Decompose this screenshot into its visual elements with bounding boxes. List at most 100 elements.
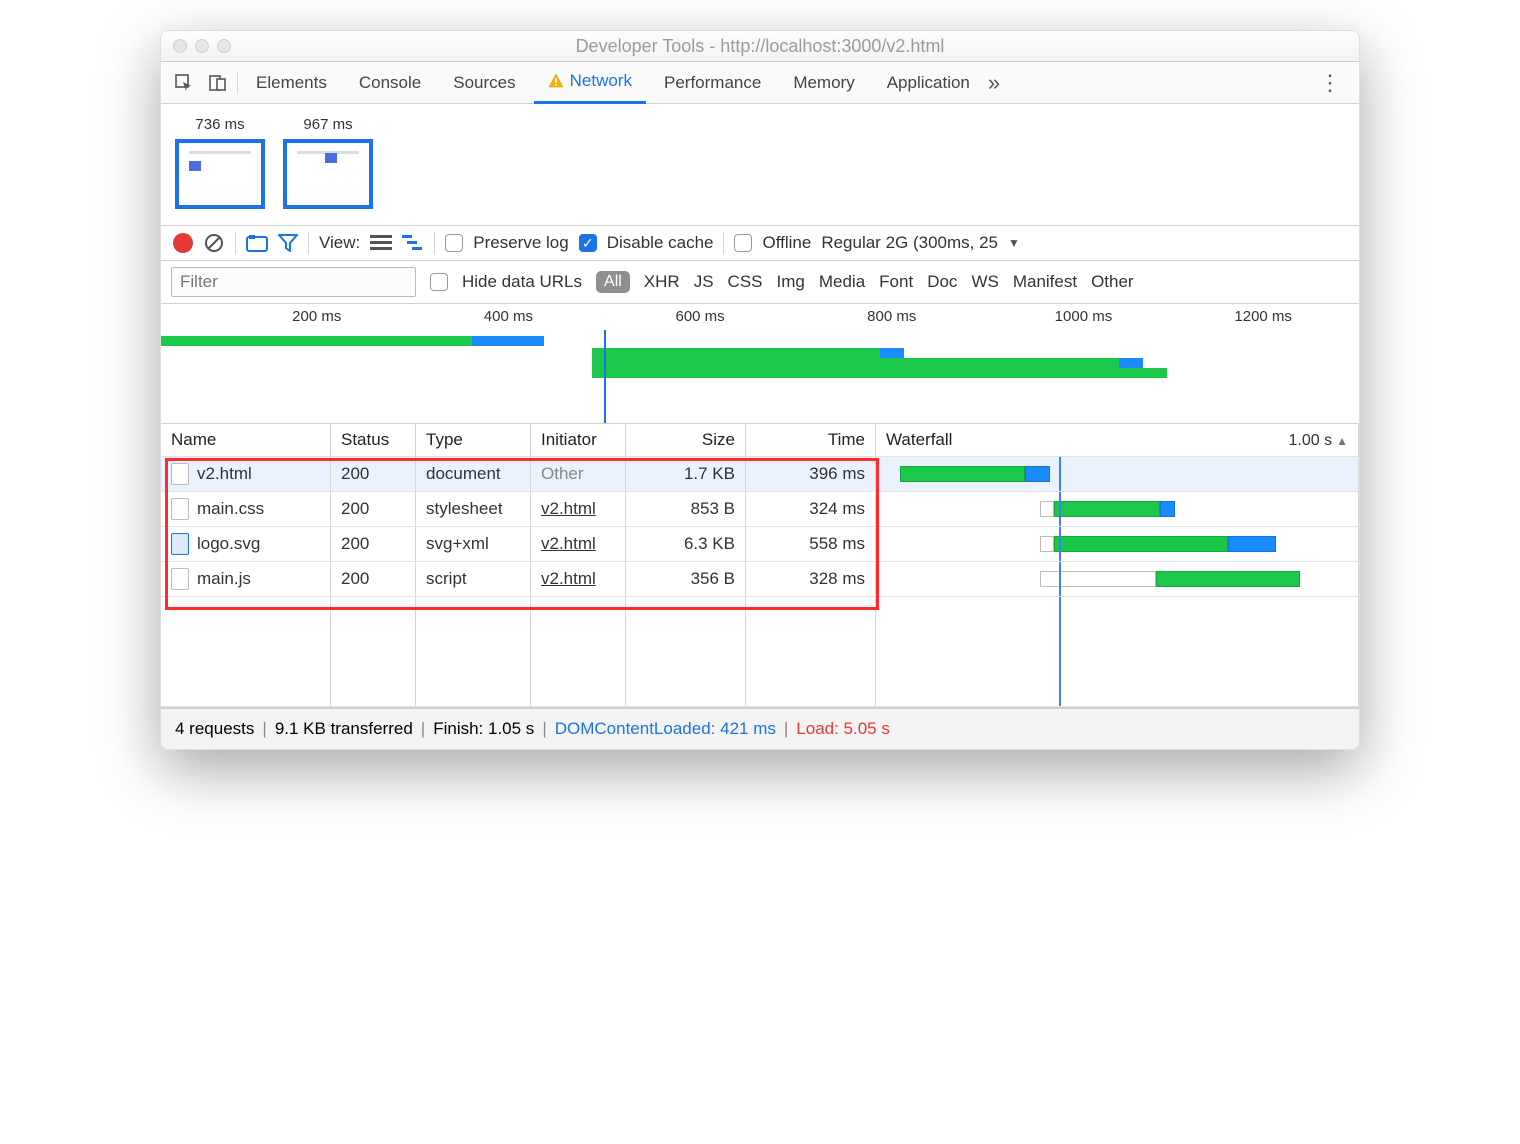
cell-size: 356 B	[626, 562, 746, 597]
cell-type: svg+xml	[416, 527, 531, 562]
file-icon	[171, 533, 189, 555]
cell-time: 396 ms	[746, 457, 876, 492]
status-finish: Finish: 1.05 s	[433, 719, 534, 739]
filmstrip-frame[interactable]: 967 ms	[283, 116, 373, 209]
filter-icon[interactable]	[278, 234, 298, 252]
cell-size: 853 B	[626, 492, 746, 527]
filmstrip-thumb	[175, 139, 265, 209]
cell-size: 6.3 KB	[626, 527, 746, 562]
status-transferred: 9.1 KB transferred	[275, 719, 413, 739]
tab-sources[interactable]: Sources	[439, 62, 529, 104]
filter-category-media[interactable]: Media	[819, 272, 865, 292]
preserve-log-checkbox[interactable]	[445, 234, 463, 252]
col-status[interactable]: Status	[331, 424, 416, 457]
tab-application[interactable]: Application	[873, 62, 984, 104]
cell-type: document	[416, 457, 531, 492]
table-row[interactable]: v2.html	[161, 457, 331, 492]
divider	[723, 232, 724, 254]
network-toolbar: View: Preserve log ✓ Disable cache Offli…	[161, 226, 1359, 261]
sort-ascending-icon: ▲	[1336, 434, 1348, 448]
table-row[interactable]: main.js	[161, 562, 331, 597]
record-button[interactable]	[173, 233, 193, 253]
filmstrip-frame-time: 967 ms	[283, 116, 373, 133]
filter-category-manifest[interactable]: Manifest	[1013, 272, 1077, 292]
warning-icon	[548, 73, 564, 89]
filter-category-all[interactable]: All	[596, 271, 630, 293]
cell-status: 200	[331, 562, 416, 597]
view-label: View:	[319, 233, 360, 253]
col-type[interactable]: Type	[416, 424, 531, 457]
cell-initiator[interactable]: v2.html	[531, 492, 626, 527]
inspect-element-icon[interactable]	[169, 68, 199, 98]
tab-memory[interactable]: Memory	[779, 62, 868, 104]
tab-performance[interactable]: Performance	[650, 62, 775, 104]
col-time[interactable]: Time	[746, 424, 876, 457]
col-size[interactable]: Size	[626, 424, 746, 457]
capture-screenshots-icon[interactable]	[246, 234, 268, 252]
offline-checkbox[interactable]	[734, 234, 752, 252]
file-icon	[171, 568, 189, 590]
domcontent-line	[604, 330, 606, 423]
filter-category-ws[interactable]: WS	[971, 272, 998, 292]
cell-size: 1.7 KB	[626, 457, 746, 492]
filmstrip-thumb	[283, 139, 373, 209]
zoom-window-button[interactable]	[217, 39, 231, 53]
more-tabs-icon[interactable]: »	[988, 70, 1000, 96]
file-icon	[171, 463, 189, 485]
divider	[308, 232, 309, 254]
disable-cache-checkbox[interactable]: ✓	[579, 234, 597, 252]
waterfall-view-icon[interactable]	[402, 234, 424, 252]
timeline-tick: 200 ms	[292, 308, 341, 325]
divider	[434, 232, 435, 254]
cell-type: script	[416, 562, 531, 597]
cell-status: 200	[331, 492, 416, 527]
filter-category-css[interactable]: CSS	[728, 272, 763, 292]
cell-time: 324 ms	[746, 492, 876, 527]
settings-menu-icon[interactable]: ⋮	[1309, 70, 1351, 96]
hide-data-urls-checkbox[interactable]	[430, 273, 448, 291]
disable-cache-label: Disable cache	[607, 233, 714, 253]
chevron-down-icon[interactable]: ▼	[1008, 236, 1020, 250]
filter-category-img[interactable]: Img	[777, 272, 805, 292]
cell-initiator[interactable]: v2.html	[531, 562, 626, 597]
tab-network[interactable]: Network	[534, 62, 646, 104]
cell-initiator: Other	[531, 457, 626, 492]
throttling-select[interactable]: Regular 2G (300ms, 25	[821, 233, 998, 253]
cell-initiator[interactable]: v2.html	[531, 527, 626, 562]
window-title: Developer Tools - http://localhost:3000/…	[161, 36, 1359, 57]
close-window-button[interactable]	[173, 39, 187, 53]
cell-waterfall	[876, 562, 1359, 597]
divider	[237, 72, 238, 94]
divider	[235, 232, 236, 254]
clear-icon[interactable]	[203, 232, 225, 254]
devtools-window: Developer Tools - http://localhost:3000/…	[160, 30, 1360, 750]
cell-waterfall	[876, 457, 1359, 492]
file-icon	[171, 498, 189, 520]
cell-type: stylesheet	[416, 492, 531, 527]
col-waterfall[interactable]: Waterfall 1.00 s▲	[876, 424, 1359, 457]
preserve-log-label: Preserve log	[473, 233, 568, 253]
filmstrip-frame[interactable]: 736 ms	[175, 116, 265, 209]
status-requests: 4 requests	[175, 719, 254, 739]
tab-elements[interactable]: Elements	[242, 62, 341, 104]
filter-category-font[interactable]: Font	[879, 272, 913, 292]
filter-category-js[interactable]: JS	[694, 272, 714, 292]
cell-waterfall	[876, 527, 1359, 562]
table-row[interactable]: main.css	[161, 492, 331, 527]
table-row[interactable]: logo.svg	[161, 527, 331, 562]
filter-category-doc[interactable]: Doc	[927, 272, 957, 292]
timeline-overview[interactable]: 200 ms 400 ms 600 ms 800 ms 1000 ms 1200…	[161, 304, 1359, 424]
status-load: Load: 5.05 s	[796, 719, 890, 739]
offline-label: Offline	[762, 233, 811, 253]
filter-category-other[interactable]: Other	[1091, 272, 1134, 292]
timeline-tick: 1000 ms	[1055, 308, 1113, 325]
tab-console[interactable]: Console	[345, 62, 435, 104]
device-toolbar-icon[interactable]	[203, 68, 233, 98]
col-name[interactable]: Name	[161, 424, 331, 457]
col-initiator[interactable]: Initiator	[531, 424, 626, 457]
filmstrip: 736 ms 967 ms	[161, 104, 1359, 226]
filter-input[interactable]	[171, 267, 416, 297]
filter-category-xhr[interactable]: XHR	[644, 272, 680, 292]
minimize-window-button[interactable]	[195, 39, 209, 53]
large-rows-icon[interactable]	[370, 234, 392, 252]
